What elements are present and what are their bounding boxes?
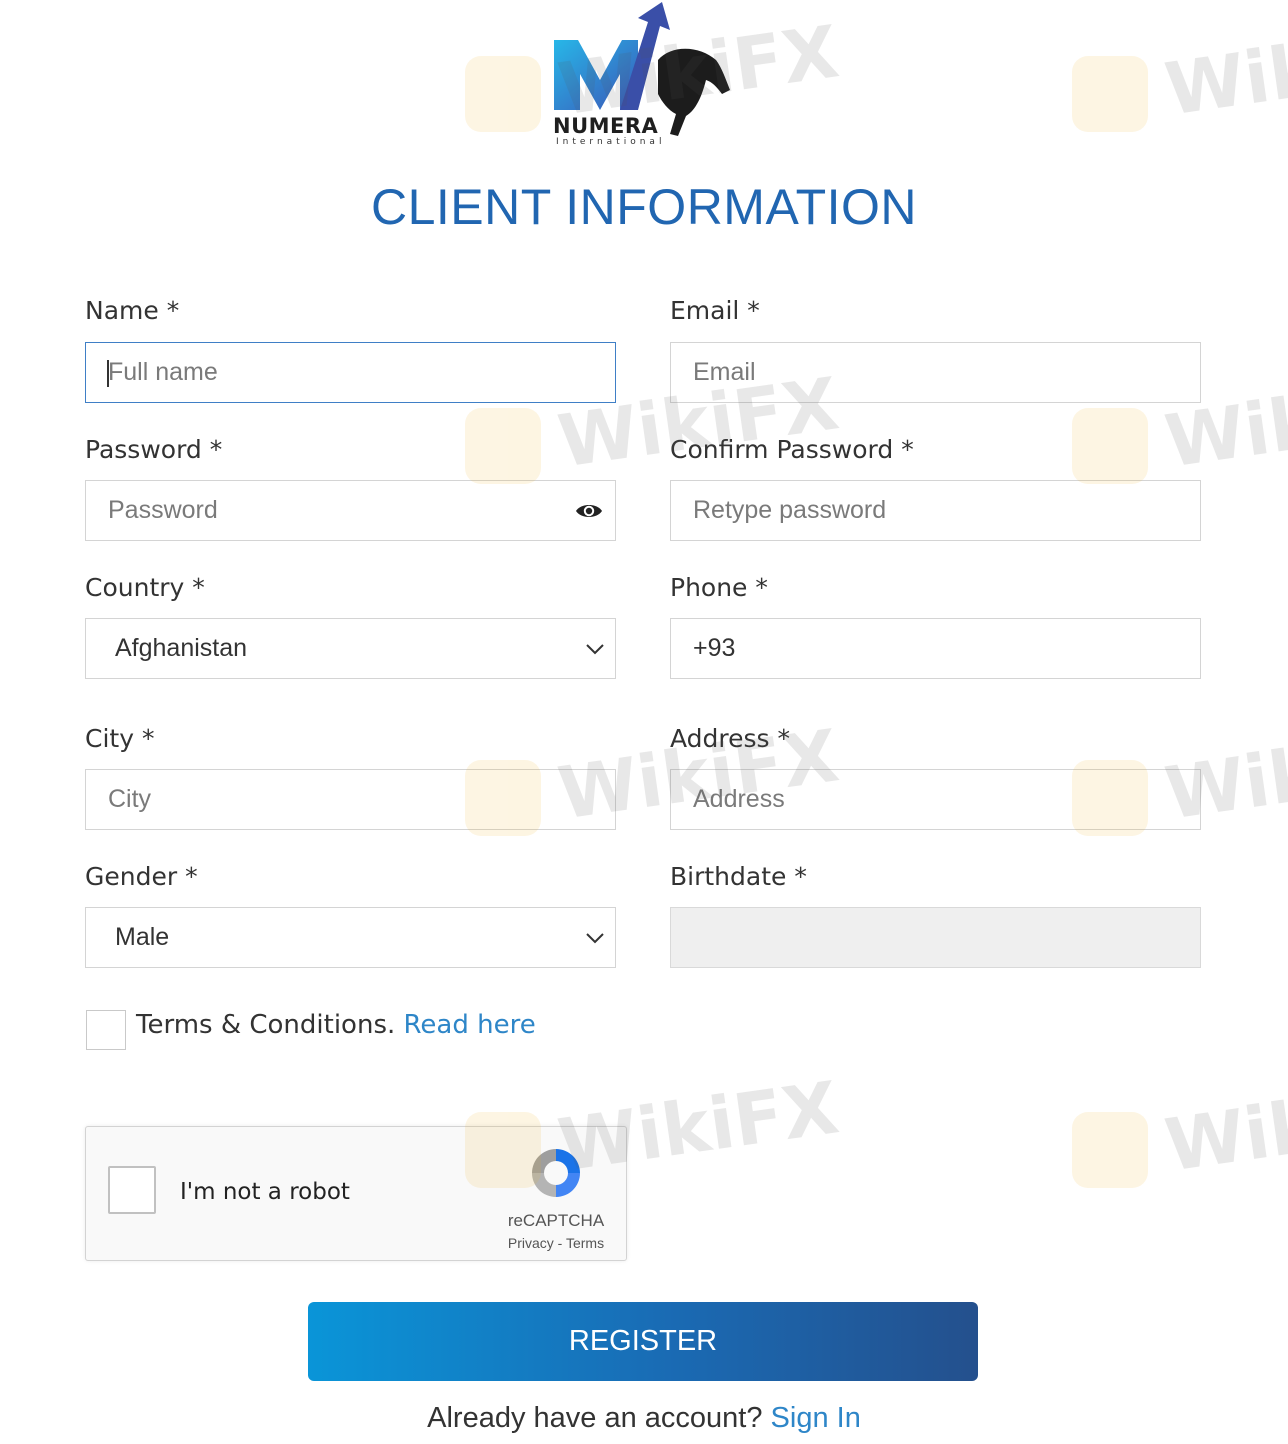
text-caret — [107, 360, 109, 387]
gender-label: Gender * — [85, 862, 198, 891]
recaptcha-icon — [532, 1149, 580, 1197]
terms-checkbox[interactable] — [86, 1010, 126, 1050]
name-placeholder: Full name — [108, 358, 218, 386]
terms-label: Terms & Conditions. — [136, 1010, 396, 1040]
password-input[interactable]: Password — [85, 480, 616, 541]
phone-value: +93 — [693, 634, 736, 662]
name-label: Name * — [85, 296, 180, 325]
terms-text: Terms & Conditions. Read here — [136, 1010, 536, 1040]
confirm-password-placeholder: Retype password — [693, 496, 887, 524]
city-label: City * — [85, 724, 155, 753]
password-label: Password * — [85, 435, 223, 464]
recaptcha-terms-link[interactable]: Terms — [566, 1235, 604, 1251]
country-label: Country * — [85, 573, 205, 602]
birthdate-input[interactable] — [670, 907, 1201, 968]
address-label: Address * — [670, 724, 791, 753]
logo-subtitle: International — [556, 137, 666, 147]
gender-select[interactable]: Male — [85, 907, 616, 968]
confirm-password-input[interactable]: Retype password — [670, 480, 1201, 541]
watermark-badge-icon — [465, 408, 541, 484]
signin-prompt: Already have an account? Sign In — [0, 1402, 1288, 1435]
birthdate-label: Birthdate * — [670, 862, 807, 891]
email-input[interactable]: Email — [670, 342, 1201, 403]
logo-wordmark: NUMERA — [553, 114, 659, 138]
recaptcha-label: I'm not a robot — [180, 1179, 350, 1205]
signin-link[interactable]: Sign In — [771, 1402, 861, 1434]
address-placeholder: Address — [693, 785, 785, 813]
eye-icon[interactable] — [575, 500, 603, 522]
watermark-text: WikiFX — [1160, 1065, 1288, 1188]
email-label: Email * — [670, 296, 760, 325]
country-value: Afghanistan — [115, 634, 248, 662]
watermark-badge-icon — [1072, 408, 1148, 484]
name-input[interactable]: Full name — [85, 342, 616, 403]
email-placeholder: Email — [693, 358, 756, 386]
gender-value: Male — [115, 923, 170, 951]
chevron-down-icon — [586, 933, 604, 944]
recaptcha-checkbox[interactable] — [108, 1166, 156, 1214]
page-title: CLIENT INFORMATION — [370, 179, 918, 235]
recaptcha-links: Privacy - Terms — [486, 1235, 626, 1251]
country-select[interactable]: Afghanistan — [85, 618, 616, 679]
city-input[interactable]: City — [85, 769, 616, 830]
phone-input[interactable]: +93 — [670, 618, 1201, 679]
city-placeholder: City — [108, 785, 152, 813]
terms-read-link[interactable]: Read here — [404, 1010, 536, 1040]
chevron-down-icon — [586, 644, 604, 655]
address-input[interactable]: Address — [670, 769, 1201, 830]
register-button[interactable]: REGISTER — [308, 1302, 978, 1381]
watermark-badge-icon — [465, 56, 541, 132]
recaptcha-brand: reCAPTCHA — [507, 1211, 605, 1230]
watermark-badge-icon — [1072, 56, 1148, 132]
password-placeholder: Password — [108, 496, 218, 524]
confirm-password-label: Confirm Password * — [670, 435, 914, 464]
watermark-badge-icon — [1072, 1112, 1148, 1188]
recaptcha-widget: I'm not a robot reCAPTCHA Privacy - Term… — [85, 1126, 627, 1261]
watermark-text: WikiFX — [1160, 9, 1288, 132]
recaptcha-separator: - — [553, 1235, 566, 1251]
recaptcha-privacy-link[interactable]: Privacy — [508, 1235, 554, 1251]
signin-text: Already have an account? — [427, 1402, 763, 1434]
phone-label: Phone * — [670, 573, 768, 602]
